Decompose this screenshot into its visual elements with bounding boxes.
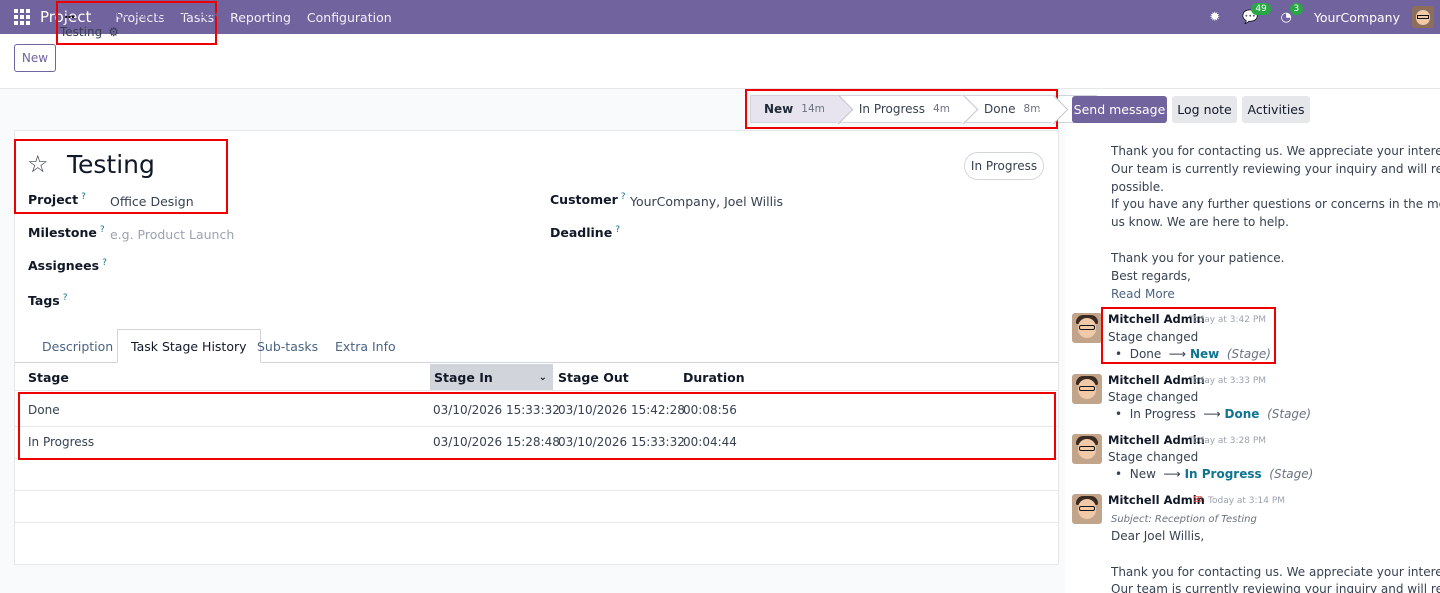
breadcrumb-tasks[interactable]: Tasks: [195, 7, 226, 21]
column-stage-in[interactable]: Stage In ⌄: [430, 364, 553, 390]
message-text-line: Our team is currently reviewing your inq…: [1111, 582, 1440, 593]
menu-configuration[interactable]: Configuration: [307, 10, 392, 25]
activities-count-badge: 3: [1289, 2, 1304, 15]
customer-label: Customer?: [550, 192, 626, 208]
current-record-breadcrumb: Testing ⚙: [60, 25, 119, 39]
assignees-label: Assignees?: [28, 258, 107, 274]
tab-task-stage-history[interactable]: Task Stage History: [117, 329, 261, 363]
tracking-value: • New ⟶ In Progress (Stage): [1115, 467, 1314, 481]
message-text-line: possible.: [1111, 180, 1164, 194]
tags-label: Tags?: [28, 293, 68, 309]
milestone-field[interactable]: e.g. Product Launch: [110, 227, 234, 242]
help-tooltip-icon[interactable]: ?: [81, 192, 86, 202]
breadcrumb-office-design[interactable]: Office Design: [96, 7, 173, 21]
message-body: Stage changed: [1108, 450, 1199, 464]
message-text-line: Thank you for contacting us. We apprecia…: [1111, 565, 1440, 579]
message-text-line: Thank you for your patience.: [1111, 251, 1285, 265]
help-tooltip-icon[interactable]: ?: [621, 192, 626, 202]
project-field[interactable]: Office Design: [110, 194, 194, 209]
send-message-button[interactable]: Send message: [1072, 96, 1167, 123]
project-label: Project?: [28, 192, 86, 208]
star-icon[interactable]: ☆: [27, 150, 49, 178]
tab-sub-tasks[interactable]: Sub-tasks: [257, 329, 318, 363]
log-note-button[interactable]: Log note: [1172, 96, 1237, 123]
avatar[interactable]: [1072, 374, 1102, 404]
tab-description[interactable]: Description: [42, 329, 113, 363]
envelope-icon: ✉: [1193, 493, 1203, 506]
message-time: Today at 3:28 PM: [1189, 436, 1267, 446]
apps-menu-icon[interactable]: [14, 9, 30, 25]
deadline-label: Deadline?: [550, 225, 620, 241]
user-avatar[interactable]: [1412, 6, 1434, 28]
message-body: Stage changed: [1108, 390, 1199, 404]
avatar[interactable]: [1072, 434, 1102, 464]
message-time: Today at 3:33 PM: [1189, 376, 1267, 386]
breadcrumb-more[interactable]: ...: [64, 7, 75, 21]
notebook-tabs: Description Task Stage History Sub-tasks…: [15, 329, 1058, 363]
read-more-link[interactable]: Read More: [1111, 287, 1175, 301]
message-text-line: Best regards,: [1111, 269, 1191, 283]
avatar[interactable]: [1072, 313, 1102, 343]
help-tooltip-icon[interactable]: ?: [100, 225, 105, 235]
breadcrumb: ... / Office Design / Tasks: [64, 7, 226, 21]
message-text-line: Dear Joel Willis,: [1111, 529, 1205, 543]
message-text-line: Thank you for contacting us. We apprecia…: [1111, 144, 1440, 158]
new-button[interactable]: New: [14, 44, 56, 72]
activities-button[interactable]: Activities: [1242, 96, 1310, 123]
rows-highlight: [18, 392, 1056, 460]
message-text-line: us know. We are here to help.: [1111, 215, 1289, 229]
statusbar-highlight: [745, 89, 1058, 129]
help-tooltip-icon[interactable]: ?: [615, 225, 620, 235]
current-record-name: Testing: [60, 25, 103, 39]
activities-clock-icon[interactable]: ◔ 3: [1281, 2, 1304, 25]
messages-icon[interactable]: 💬 49: [1242, 2, 1271, 25]
message-text-line: Our team is currently reviewing your inq…: [1111, 162, 1440, 176]
help-tooltip-icon[interactable]: ?: [102, 258, 107, 268]
avatar[interactable]: [1072, 494, 1102, 524]
gear-icon[interactable]: ⚙: [108, 25, 119, 39]
customer-field[interactable]: YourCompany, Joel Willis: [630, 194, 783, 209]
task-title[interactable]: Testing: [67, 150, 155, 179]
tab-extra-info[interactable]: Extra Info: [335, 329, 396, 363]
column-stage-out[interactable]: Stage Out: [558, 364, 678, 390]
company-switcher[interactable]: YourCompany: [1314, 10, 1400, 25]
message-subject: Subject: Reception of Testing: [1111, 514, 1257, 525]
message-time: Today at 3:14 PM: [1208, 496, 1286, 506]
column-duration[interactable]: Duration: [683, 364, 783, 390]
debug-bug-icon[interactable]: ✹: [1209, 10, 1220, 25]
milestone-label: Milestone?: [28, 225, 105, 241]
message-highlight: [1101, 307, 1276, 364]
message-text-line: If you have any further questions or con…: [1111, 197, 1440, 211]
tracking-value: • In Progress ⟶ Done (Stage): [1115, 407, 1312, 421]
messages-count-badge: 49: [1251, 2, 1271, 15]
stage-badge: In Progress: [964, 152, 1044, 180]
column-stage[interactable]: Stage: [28, 364, 428, 390]
chevron-down-icon: ⌄: [538, 371, 547, 383]
menu-reporting[interactable]: Reporting: [230, 10, 291, 25]
help-tooltip-icon[interactable]: ?: [63, 293, 68, 303]
message-author[interactable]: Mitchell Admin: [1108, 493, 1205, 507]
